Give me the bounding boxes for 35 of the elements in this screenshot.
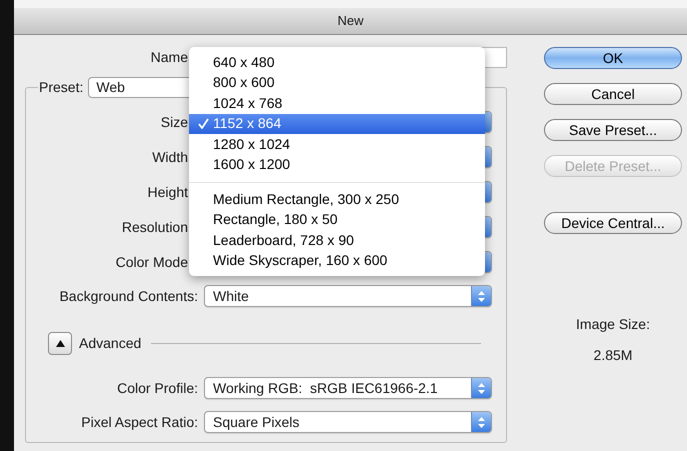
- menu-item[interactable]: 1280 x 1024: [189, 134, 485, 154]
- menu-item[interactable]: Wide Skyscraper, 160 x 600: [189, 250, 485, 271]
- field-label: Color Profile:: [116, 378, 198, 398]
- menu-item[interactable]: 640 x 480: [189, 52, 485, 72]
- up-down-arrows-icon: [478, 382, 485, 394]
- up-down-arrows-icon: [478, 290, 485, 302]
- disclosure-button[interactable]: [48, 332, 72, 354]
- menu-item[interactable]: Medium Rectangle, 300 x 250: [189, 189, 485, 210]
- dropdown[interactable]: White: [204, 285, 492, 307]
- field-label: Resolution: [120, 218, 189, 236]
- field-label: Pixel Aspect Ratio:: [80, 412, 198, 432]
- window-title: New: [337, 12, 364, 30]
- field-label: Height: [146, 182, 189, 202]
- menu-item[interactable]: Rectangle, 180 x 50: [189, 210, 485, 230]
- menu-item[interactable]: 1152 x 864: [189, 114, 485, 134]
- preset-label: Preset:: [39, 78, 84, 97]
- triangle-up-icon: [56, 340, 64, 346]
- image-size-value: 2.85M: [592, 346, 634, 365]
- dropdown[interactable]: Square Pixels: [204, 411, 492, 433]
- up-down-arrows-icon: [478, 416, 485, 428]
- dialog-button[interactable]: Cancel: [544, 83, 682, 105]
- image-size-label: Image Size:: [575, 315, 651, 334]
- field-label: Name: [150, 48, 189, 67]
- dialog-button[interactable]: OK: [544, 47, 682, 69]
- field-label: Background Contents:: [58, 286, 198, 306]
- dialog-button[interactable]: Save Preset...: [544, 119, 682, 141]
- menu-item[interactable]: Leaderboard, 728 x 90: [189, 230, 485, 250]
- dialog-button[interactable]: Device Central...: [544, 212, 682, 234]
- menu-item[interactable]: 1600 x 1200: [189, 154, 485, 175]
- field-label: Size: [160, 112, 189, 132]
- section-label: Advanced: [79, 334, 142, 352]
- field-label: Width: [151, 148, 189, 166]
- field-label: Color Mode: [114, 252, 189, 272]
- check-icon: [198, 118, 209, 130]
- dropdown[interactable]: Working RGB: sRGB IEC61966-2.1: [204, 377, 492, 399]
